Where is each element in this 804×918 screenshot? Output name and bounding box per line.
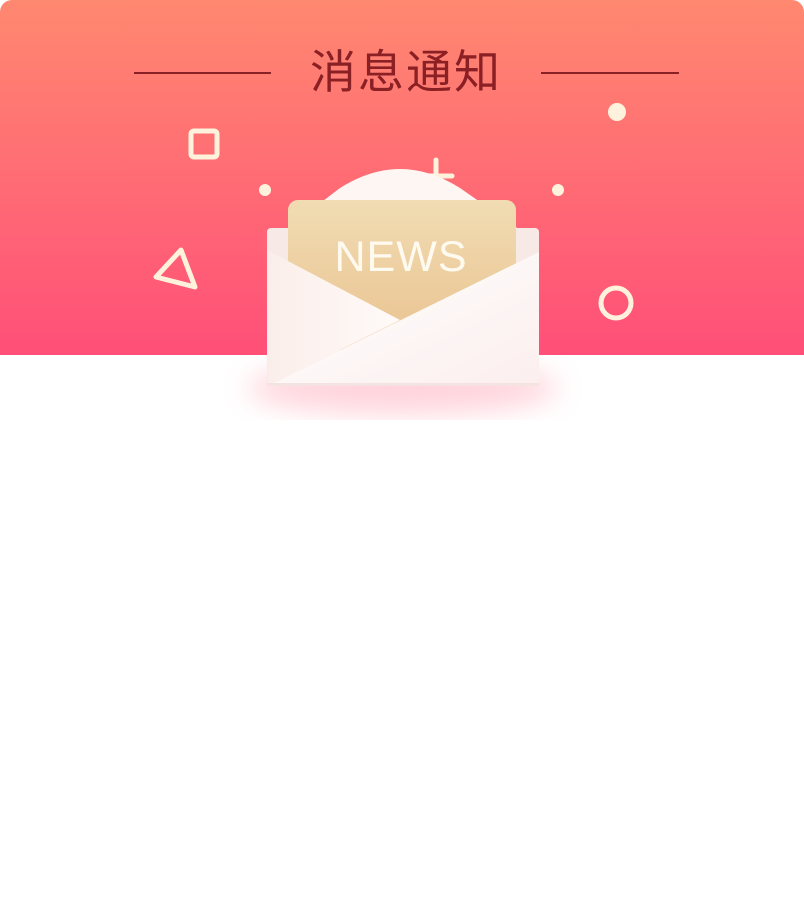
notification-page: 消息通知 NEWS xyxy=(0,0,804,918)
news-envelope-icon: NEWS xyxy=(248,169,558,414)
news-label: NEWS xyxy=(335,233,468,281)
content-area xyxy=(0,420,804,918)
